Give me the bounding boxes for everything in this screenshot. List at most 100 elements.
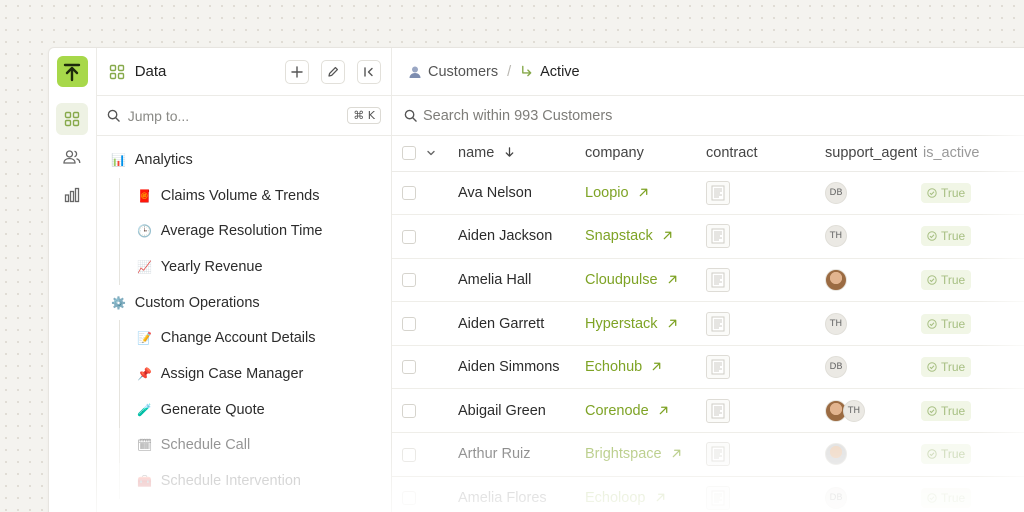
contract-cell[interactable] xyxy=(694,432,813,477)
support-agent-cell[interactable]: TH xyxy=(813,388,917,434)
sidebar-item-average-resolution-time[interactable]: 🕒 Average Resolution Time xyxy=(97,213,391,249)
row-select-cell xyxy=(392,432,446,477)
company-cell[interactable]: Echoloop xyxy=(573,476,694,512)
chevron-down-icon[interactable] xyxy=(426,148,436,158)
support-agent-cell[interactable]: TH xyxy=(813,301,917,346)
name-cell[interactable]: Arthur Ruiz xyxy=(446,432,573,477)
row-checkbox[interactable] xyxy=(402,229,416,244)
shortcut-badge: ⌘ K xyxy=(347,107,381,124)
jump-to-search[interactable]: Jump to... ⌘ K xyxy=(96,96,391,136)
name-cell[interactable]: Aiden Simmons xyxy=(446,345,573,390)
table-row[interactable]: Amelia Flores Echoloop DB True xyxy=(392,476,1024,512)
name-cell[interactable]: Abigail Green xyxy=(446,388,573,434)
row-checkbox[interactable] xyxy=(402,360,416,375)
add-button[interactable] xyxy=(285,59,309,84)
contract-cell[interactable] xyxy=(694,214,813,259)
sidebar-item-change-account-details[interactable]: 📝 Change Account Details xyxy=(97,320,391,356)
contract-cell[interactable] xyxy=(694,388,813,434)
company-link[interactable]: Echohub xyxy=(585,359,642,375)
breadcrumb-customers[interactable]: Customers xyxy=(428,64,498,80)
column-header-support-agent[interactable]: support_agent xyxy=(813,136,917,172)
select-all-checkbox[interactable] xyxy=(402,146,416,161)
support-agent-cell[interactable] xyxy=(813,432,917,477)
rail-data-button[interactable] xyxy=(56,103,89,135)
sidebar-item-schedule-call[interactable]: 🗓 Schedule Call xyxy=(97,427,391,464)
table-row[interactable]: Ava Nelson Loopio DB True xyxy=(392,171,1024,216)
table-row[interactable]: Aiden Garrett Hyperstack TH True xyxy=(392,301,1024,346)
column-header-name[interactable]: name xyxy=(446,136,573,172)
contract-cell[interactable] xyxy=(694,258,813,303)
document-icon[interactable] xyxy=(706,398,730,423)
name-cell[interactable]: Amelia Flores xyxy=(446,476,573,512)
company-cell[interactable]: Hyperstack xyxy=(573,301,694,346)
breadcrumb-active[interactable]: Active xyxy=(540,64,580,80)
document-icon[interactable] xyxy=(706,355,730,380)
column-header-company[interactable]: company xyxy=(573,136,694,172)
support-agent-cell[interactable] xyxy=(813,258,917,303)
column-header-contract[interactable]: contract xyxy=(694,136,813,172)
document-icon[interactable] xyxy=(706,267,730,292)
column-header-is-active[interactable]: is_active xyxy=(917,136,1024,172)
sidebar-item-generate-quote[interactable]: 🧪 Generate Quote xyxy=(97,391,391,428)
sidebar-group-custom-operations[interactable]: ⚙️ Custom Operations xyxy=(97,285,391,321)
rail-users-button[interactable] xyxy=(56,141,88,173)
row-checkbox[interactable] xyxy=(402,403,416,418)
item-label: Average Resolution Time xyxy=(160,223,323,240)
company-link[interactable]: Snapstack xyxy=(585,228,653,244)
rail-analytics-button[interactable] xyxy=(56,179,88,211)
row-checkbox[interactable] xyxy=(402,316,416,331)
table-row[interactable]: Arthur Ruiz Brightspace True xyxy=(392,432,1024,477)
company-link[interactable]: Echoloop xyxy=(585,490,645,506)
contract-cell[interactable] xyxy=(694,345,813,390)
sidebar-item-claims-volume[interactable]: 🧧 Claims Volume & Trends xyxy=(97,177,391,214)
sort-descending-icon[interactable] xyxy=(504,147,515,158)
name-cell[interactable]: Ava Nelson xyxy=(446,171,573,216)
support-agent-cell[interactable]: DB xyxy=(813,345,917,390)
row-checkbox[interactable] xyxy=(402,273,416,288)
edit-button[interactable] xyxy=(321,59,345,84)
company-cell[interactable]: Corenode xyxy=(573,388,694,434)
company-link[interactable]: Hyperstack xyxy=(585,316,658,332)
name-cell[interactable]: Aiden Garrett xyxy=(446,301,573,346)
sidebar-item-assign-case-manager[interactable]: 📌 Assign Case Manager xyxy=(97,356,391,392)
contract-cell[interactable] xyxy=(694,476,813,512)
document-icon[interactable] xyxy=(706,311,730,336)
company-cell[interactable]: Cloudpulse xyxy=(573,258,694,303)
collapse-sidebar-button[interactable] xyxy=(357,59,381,84)
company-link[interactable]: Corenode xyxy=(585,403,649,419)
table-row[interactable]: Aiden Jackson Snapstack TH True xyxy=(392,214,1024,259)
company-link[interactable]: Brightspace xyxy=(585,446,662,462)
table-row[interactable]: Abigail Green Corenode TH True xyxy=(392,388,1024,434)
support-agent-cell[interactable]: DB xyxy=(813,171,917,216)
external-link-arrow-icon xyxy=(652,362,661,371)
name-cell[interactable]: Amelia Hall xyxy=(446,258,573,303)
customers-table: name company contract support_agent is_a… xyxy=(392,136,1024,512)
row-checkbox[interactable] xyxy=(402,185,416,200)
name-cell[interactable]: Aiden Jackson xyxy=(446,214,573,259)
company-link[interactable]: Loopio xyxy=(585,185,629,201)
row-checkbox[interactable] xyxy=(402,447,416,462)
support-agent-cell[interactable]: DB xyxy=(813,476,917,512)
company-cell[interactable]: Echohub xyxy=(573,345,694,390)
sidebar-item-yearly-revenue[interactable]: 📈 Yearly Revenue xyxy=(97,249,391,285)
row-checkbox[interactable] xyxy=(402,491,416,506)
document-icon[interactable] xyxy=(706,442,730,467)
sidebar-group-analytics[interactable]: 📊 Analytics xyxy=(97,142,391,178)
contract-cell[interactable] xyxy=(694,301,813,346)
contract-cell[interactable] xyxy=(694,171,813,216)
document-icon[interactable] xyxy=(706,485,730,510)
is-active-cell: True xyxy=(917,301,1024,346)
document-icon[interactable] xyxy=(706,224,730,249)
company-cell[interactable]: Loopio xyxy=(573,171,694,216)
company-cell[interactable]: Snapstack xyxy=(573,214,694,259)
table-search[interactable]: Search within 993 Customers xyxy=(392,96,1024,136)
document-icon[interactable] xyxy=(706,180,730,205)
table-row[interactable]: Amelia Hall Cloudpulse True xyxy=(392,258,1024,303)
table-row[interactable]: Aiden Simmons Echohub DB True xyxy=(392,345,1024,390)
company-cell[interactable]: Brightspace xyxy=(573,432,694,477)
app-logo[interactable] xyxy=(56,56,88,87)
red-envelope-icon: 🧧 xyxy=(137,188,153,203)
support-agent-cell[interactable]: TH xyxy=(813,214,917,259)
company-link[interactable]: Cloudpulse xyxy=(585,272,658,288)
sidebar-item-schedule-intervention[interactable]: 🧰 Schedule Intervention xyxy=(97,463,391,499)
